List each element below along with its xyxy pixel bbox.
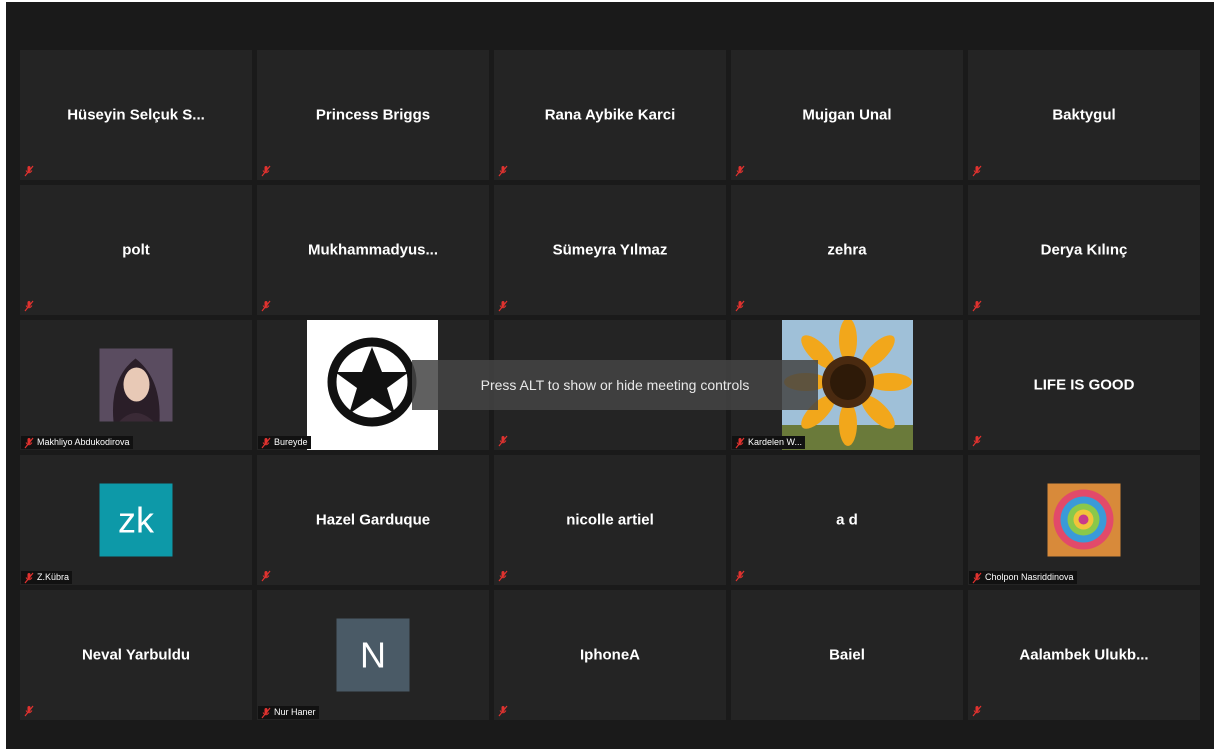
participant-name: Neval Yarbuldu	[81, 646, 191, 664]
mic-muted-icon	[498, 300, 508, 312]
participant-name: Hüseyin Selçuk S...	[67, 106, 205, 124]
mic-muted-icon	[24, 165, 34, 177]
participant-tile[interactable]: LIFE IS GOOD	[968, 320, 1200, 450]
participant-name: Derya Kılınç	[1040, 241, 1128, 259]
participant-tile[interactable]: Rana Aybike Karci	[494, 50, 726, 180]
mic-muted-icon	[24, 705, 34, 717]
participant-name-label: Z.Kübra	[21, 571, 73, 584]
participant-name: Kardelen W...	[748, 437, 803, 447]
participant-tile[interactable]: nicolle artiel	[494, 455, 726, 585]
mic-muted-icon	[735, 300, 745, 312]
participant-tile[interactable]: Baktygul	[968, 50, 1200, 180]
participant-tile[interactable]: Sümeyra Yılmaz	[494, 185, 726, 315]
participant-tile[interactable]: zk Z.Kübra	[20, 455, 252, 585]
participant-name: polt	[122, 241, 150, 259]
participant-name: Princess Briggs	[315, 106, 431, 124]
participant-name: nicolle artiel	[566, 511, 654, 529]
participant-name: Bureyde	[274, 437, 308, 447]
mic-muted-icon	[24, 437, 34, 449]
mic-muted-icon	[261, 707, 271, 719]
participant-name: Mukhammadyus...	[307, 241, 439, 259]
participant-tile[interactable]: IphoneA	[494, 590, 726, 720]
participant-tile[interactable]: Mukhammadyus...	[257, 185, 489, 315]
participant-name: IphoneA	[580, 646, 640, 664]
participant-name: Cholpon Nasriddinova	[985, 572, 1074, 582]
mic-muted-icon	[735, 165, 745, 177]
participant-name-label: Nur Haner	[258, 706, 319, 719]
mic-muted-icon	[261, 570, 271, 582]
participant-name: Rana Aybike Karci	[544, 106, 676, 124]
mic-muted-icon	[735, 437, 745, 449]
mic-muted-icon	[498, 165, 508, 177]
participant-tile[interactable]: Princess Briggs	[257, 50, 489, 180]
mic-muted-icon	[498, 435, 508, 447]
meeting-controls-hint: Press ALT to show or hide meeting contro…	[412, 360, 818, 410]
participant-tile[interactable]: zehra	[731, 185, 963, 315]
mic-muted-icon	[972, 300, 982, 312]
participant-name-label: Bureyde	[258, 436, 311, 449]
participant-name-label: Cholpon Nasriddinova	[969, 571, 1077, 584]
participant-name: Hazel Garduque	[315, 511, 431, 529]
mic-muted-icon	[24, 572, 34, 584]
mic-muted-icon	[972, 165, 982, 177]
participant-name: Z.Kübra	[37, 572, 70, 582]
participant-name: LIFE IS GOOD	[1033, 376, 1135, 394]
participant-tile[interactable]: Aalambek Ulukb...	[968, 590, 1200, 720]
participant-name-label: Makhliyo Abdukodirova	[21, 436, 133, 449]
participant-tile[interactable]: Derya Kılınç	[968, 185, 1200, 315]
initials-avatar: zk	[99, 483, 173, 557]
mic-muted-icon	[24, 300, 34, 312]
profile-photo	[99, 348, 173, 422]
participant-name: zehra	[827, 241, 867, 259]
participant-tile[interactable]: N Nur Haner	[257, 590, 489, 720]
participant-tile[interactable]: Hazel Garduque	[257, 455, 489, 585]
initials-avatar: N	[336, 618, 410, 692]
participant-tile[interactable]: a d	[731, 455, 963, 585]
participant-name: Sümeyra Yılmaz	[552, 241, 668, 259]
participant-tile[interactable]: Makhliyo Abdukodirova	[20, 320, 252, 450]
rose-photo	[1047, 483, 1121, 557]
mic-muted-icon	[498, 705, 508, 717]
mic-muted-icon	[261, 300, 271, 312]
participant-name-label: Kardelen W...	[732, 436, 806, 449]
participant-tile[interactable]: polt	[20, 185, 252, 315]
participant-name: Makhliyo Abdukodirova	[37, 437, 130, 447]
mic-muted-icon	[498, 570, 508, 582]
participant-name: Nur Haner	[274, 707, 316, 717]
mic-muted-icon	[972, 572, 982, 584]
mic-muted-icon	[261, 437, 271, 449]
participant-name: Baiel	[829, 646, 865, 664]
participant-tile[interactable]: Cholpon Nasriddinova	[968, 455, 1200, 585]
mic-muted-icon	[735, 570, 745, 582]
participant-name: a d	[836, 511, 858, 529]
participant-tile[interactable]: Mujgan Unal	[731, 50, 963, 180]
participant-name: Aalambek Ulukb...	[1019, 646, 1149, 664]
participant-name: Baktygul	[1052, 106, 1116, 124]
participant-tile[interactable]: Baiel	[731, 590, 963, 720]
mic-muted-icon	[261, 165, 271, 177]
mic-muted-icon	[972, 705, 982, 717]
participant-tile[interactable]: Hüseyin Selçuk S...	[20, 50, 252, 180]
mic-muted-icon	[972, 435, 982, 447]
participant-tile[interactable]: Neval Yarbuldu	[20, 590, 252, 720]
participant-name: Mujgan Unal	[802, 106, 892, 124]
